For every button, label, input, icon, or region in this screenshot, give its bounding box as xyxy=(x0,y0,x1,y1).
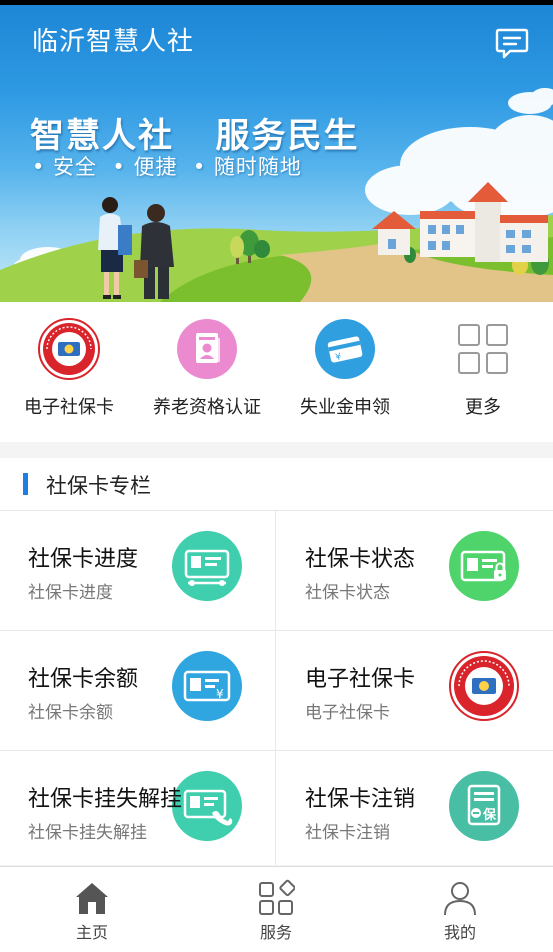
section-header: 社保卡专栏 xyxy=(0,458,553,511)
quick-item-e-social-card[interactable]: 电子社保卡 xyxy=(0,318,138,428)
card-progress-tile[interactable]: 社保卡进度 社保卡进度 xyxy=(0,511,276,630)
card-loss-phone-icon xyxy=(172,771,242,841)
message-icon[interactable] xyxy=(494,25,530,61)
quick-item-label: 更多 xyxy=(465,397,501,418)
profile-icon xyxy=(441,879,479,917)
card-cancel-tile[interactable]: 社保卡注销 社保卡注销 保 xyxy=(277,751,553,870)
card-cancel-icon: 保 xyxy=(449,771,519,841)
tab-profile[interactable]: 我的 xyxy=(368,867,552,952)
quick-item-label: 失业金申领 xyxy=(300,397,390,418)
quick-item-unemployment-benefit[interactable]: ¥ 失业金申领 xyxy=(276,318,414,428)
tile-subtitle: 社保卡余额 xyxy=(28,703,113,723)
section-accent-bar xyxy=(23,473,28,495)
tab-home[interactable]: 主页 xyxy=(0,867,184,952)
social-security-card-icon xyxy=(449,651,519,721)
card-status-icon xyxy=(449,531,519,601)
tile-title: 社保卡余额 xyxy=(28,667,139,692)
quick-item-label: 电子社保卡 xyxy=(24,397,114,418)
tile-subtitle: 社保卡进度 xyxy=(28,583,113,603)
tile-title: 社保卡进度 xyxy=(28,547,139,572)
tile-subtitle: 社保卡挂失解挂 xyxy=(28,823,147,843)
quick-item-more[interactable]: 更多 xyxy=(414,318,552,428)
tile-subtitle: 社保卡状态 xyxy=(305,583,390,603)
card-balance-tile[interactable]: 社保卡余额 社保卡余额 ¥ xyxy=(0,631,276,750)
card-services-grid: 社保卡进度 社保卡进度 社保卡状态 社保卡状态 社保卡余额 社保卡余额 ¥ 电子… xyxy=(0,511,553,865)
banner-tagline: • 安全 • 便捷 • 随时随地 xyxy=(32,155,302,179)
tile-subtitle: 社保卡注销 xyxy=(305,823,390,843)
banner[interactable]: 临沂智慧人社 智慧人社 服务民生 • 安全 • 便捷 • 随时随地 xyxy=(0,5,553,302)
tab-label: 服务 xyxy=(259,923,292,942)
card-balance-icon: ¥ xyxy=(172,651,242,721)
home-icon xyxy=(73,879,111,917)
quick-services: 电子社保卡 养老资格认证 ¥ 失业金申领 更多 xyxy=(0,302,553,442)
app-title: 临沂智慧人社 xyxy=(32,27,195,57)
unemployment-card-icon: ¥ xyxy=(314,318,376,380)
card-progress-icon xyxy=(172,531,242,601)
tile-subtitle: 电子社保卡 xyxy=(305,703,390,723)
tile-title: 社保卡挂失解挂 xyxy=(28,787,183,812)
banner-slogan: 智慧人社 服务民生 xyxy=(30,116,360,156)
section-title: 社保卡专栏 xyxy=(46,474,151,498)
bottom-tab-bar: 主页 服务 我的 xyxy=(0,866,553,952)
tile-title: 社保卡状态 xyxy=(305,547,416,572)
tile-title: 电子社保卡 xyxy=(305,667,416,692)
pension-certificate-icon xyxy=(176,318,238,380)
tab-services[interactable]: 服务 xyxy=(184,867,368,952)
social-security-card-icon xyxy=(38,318,100,380)
card-status-tile[interactable]: 社保卡状态 社保卡状态 xyxy=(277,511,553,630)
tab-label: 主页 xyxy=(75,923,108,942)
quick-item-label: 养老资格认证 xyxy=(153,397,261,418)
more-grid-icon xyxy=(452,318,514,380)
quick-item-pension-certification[interactable]: 养老资格认证 xyxy=(138,318,276,428)
svg-text:保: 保 xyxy=(482,807,497,823)
tab-label: 我的 xyxy=(443,923,476,942)
e-social-card-tile[interactable]: 电子社保卡 电子社保卡 xyxy=(277,631,553,750)
tile-title: 社保卡注销 xyxy=(305,787,416,812)
services-grid-icon xyxy=(257,879,296,917)
svg-text:¥: ¥ xyxy=(216,687,224,701)
card-loss-report-tile[interactable]: 社保卡挂失解挂 社保卡挂失解挂 xyxy=(0,751,276,870)
